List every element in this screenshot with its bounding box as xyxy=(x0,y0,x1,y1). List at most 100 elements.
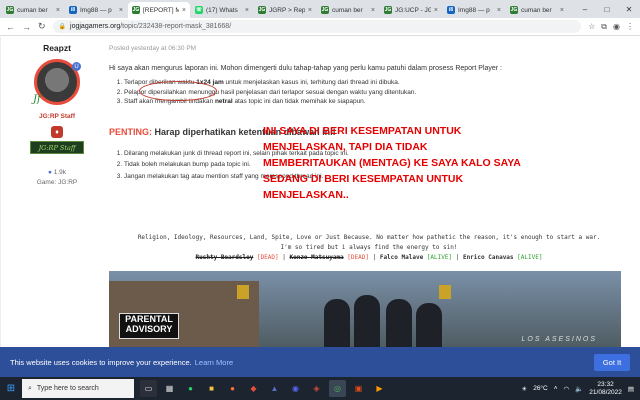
notification-icon[interactable]: ▤ xyxy=(628,385,634,393)
discord-icon[interactable]: ◉ xyxy=(287,380,304,397)
browser-toolbar: ← → ↻ 🔒 jogjagamers.org/topic/232438-rep… xyxy=(0,18,640,36)
tab-favicon-icon: i8 xyxy=(69,6,77,14)
member-name: Rushty Beardsley xyxy=(195,254,254,261)
minimize-icon[interactable]: – xyxy=(574,5,596,14)
firefox-icon[interactable]: ● xyxy=(224,380,241,397)
tab-favicon-icon: JG xyxy=(384,6,392,14)
highlight-circle xyxy=(139,81,217,101)
taskbar-apps: ▭ ▦ ● ■ ● ◆ ▲ ◉ ◈ ◎ ▣ ▶ xyxy=(140,380,388,397)
system-tray: ☀ 26°C ˄ ◠ 🔈 23:32 21/08/2022 ▤ xyxy=(521,381,640,397)
tab-title: JGRP > Rep xyxy=(269,6,305,14)
menu-icon[interactable]: ⋮ xyxy=(626,22,634,32)
tab-favicon-icon: JG xyxy=(132,6,140,14)
member-name: Falco Malave xyxy=(379,254,424,261)
browser-tab[interactable]: JG cuman ber × xyxy=(2,2,64,18)
whatsapp-icon[interactable]: ● xyxy=(182,380,199,397)
tab-close-icon[interactable]: × xyxy=(560,7,564,14)
staff-shield-icon: ♦ xyxy=(51,126,63,138)
windows-start-icon[interactable]: ⊞ xyxy=(0,383,22,394)
signature-quote-1: Religion, Ideology, Resources, Land, Spi… xyxy=(137,234,601,241)
browser-tab[interactable]: JG JG:UCP - JG × xyxy=(380,2,442,18)
bookmark-star-icon[interactable]: ☆ xyxy=(588,22,595,32)
tab-favicon-icon: JG xyxy=(6,6,14,14)
tab-close-icon[interactable]: × xyxy=(182,7,186,14)
calendar-icon[interactable]: ▦ xyxy=(161,380,178,397)
username[interactable]: Reapzt xyxy=(23,43,91,53)
rule-text: atas topic ini dan tidak memihak ke siap… xyxy=(232,98,366,105)
browser-tab[interactable]: JG cuman ber × xyxy=(506,2,568,18)
banner-figures xyxy=(324,291,444,347)
weather-icon[interactable]: ☀ xyxy=(521,385,527,393)
back-icon[interactable]: ← xyxy=(6,22,15,32)
page: Reapzt U Jf JG:RP Staff ♦ JG:RP Staff ● … xyxy=(0,37,640,347)
tray-chevron-icon[interactable]: ˄ xyxy=(554,385,558,392)
post-intro: Hi saya akan mengurus laporan ini. Mohon… xyxy=(109,65,503,72)
cookie-banner: This website uses cookies to improve you… xyxy=(0,347,640,377)
weather-temp[interactable]: 26°C xyxy=(533,385,548,392)
tab-favicon-icon: JG xyxy=(321,6,329,14)
volume-icon[interactable]: 🔈 xyxy=(575,385,583,393)
rule-text: untuk menjelaskan kasus ini, terhitung d… xyxy=(223,79,400,86)
member-name: Enrico Canavas xyxy=(462,254,514,261)
tab-close-icon[interactable]: × xyxy=(119,7,123,14)
member-status: [DEAD] xyxy=(343,254,369,261)
browser-tab[interactable]: JG JGRP > Rep × xyxy=(254,2,316,18)
user-panel: Reapzt U Jf JG:RP Staff ♦ JG:RP Staff ● … xyxy=(23,43,91,188)
tab-close-icon[interactable]: × xyxy=(371,7,375,14)
user-game: Game: JG:RP xyxy=(36,179,78,186)
member-status: [DEAD] xyxy=(253,254,279,261)
clock[interactable]: 23:32 21/08/2022 xyxy=(589,381,622,397)
avatar[interactable]: U Jf xyxy=(33,59,81,105)
rule-bold: netral xyxy=(214,98,233,105)
browser-tab[interactable]: JG [REPORT] M × xyxy=(128,2,190,18)
user-stats: ● 1.9k Game: JG:RP xyxy=(23,168,91,188)
post-timestamp[interactable]: Posted yesterday at 06:30 PM xyxy=(109,45,629,52)
clock-time: 23:32 xyxy=(597,380,614,388)
member-name: Kenzo Matsuyama xyxy=(289,254,344,261)
avatar-mark: Jf xyxy=(33,94,41,105)
browser-tab[interactable]: ☏ (17) Whats × xyxy=(191,2,253,18)
chrome-icon[interactable]: ◎ xyxy=(329,380,346,397)
network-icon[interactable]: ◠ xyxy=(564,385,570,393)
browser-tab[interactable]: JG cuman ber × xyxy=(317,2,379,18)
tab-close-icon[interactable]: × xyxy=(56,7,60,14)
tab-title: Img88 — p xyxy=(80,6,112,14)
address-bar[interactable]: 🔒 jogjagamers.org/topic/232438-report-ma… xyxy=(52,20,582,33)
browser-tab[interactable]: i8 Img88 — p × xyxy=(443,2,505,18)
staff-banner: JG:RP Staff xyxy=(30,141,84,154)
member-status: [ALIVE] xyxy=(423,254,453,261)
tab-favicon-icon: ☏ xyxy=(195,6,203,14)
extensions-icon[interactable]: ⧉ xyxy=(601,22,607,32)
reload-icon[interactable]: ↻ xyxy=(38,21,46,32)
file-explorer-icon[interactable]: ■ xyxy=(203,380,220,397)
app-icon[interactable]: ▲ xyxy=(266,380,283,397)
user-group: JG:RP Staff xyxy=(39,113,75,120)
close-window-icon[interactable]: ✕ xyxy=(618,5,640,14)
learn-more-link[interactable]: Learn More xyxy=(195,358,233,367)
tab-title: [REPORT] M xyxy=(143,6,179,14)
clock-date: 21/08/2022 xyxy=(589,388,622,396)
browser-tabstrip: JG cuman ber × i8 Img88 — p × JG [REPORT] M × ☏ (1… xyxy=(0,0,640,18)
tab-title: (17) Whats xyxy=(206,6,238,14)
media-player-icon[interactable]: ▶ xyxy=(371,380,388,397)
got-it-button[interactable]: Got It xyxy=(594,353,630,371)
browser-tab[interactable]: i8 Img88 — p × xyxy=(65,2,127,18)
likes-icon: ● xyxy=(47,169,52,176)
taskbar-search[interactable]: ⌕ Type here to search xyxy=(22,379,134,398)
tab-close-icon[interactable]: × xyxy=(245,7,249,14)
game-icon[interactable]: ◆ xyxy=(245,380,262,397)
tab-close-icon[interactable]: × xyxy=(308,7,312,14)
online-badge: U xyxy=(72,62,81,71)
tab-close-icon[interactable]: × xyxy=(497,7,501,14)
signature-banner-image: PARENTAL ADVISORY LOS ASESINOS xyxy=(109,271,621,347)
forum-post: Reapzt U Jf JG:RP Staff ♦ JG:RP Staff ● … xyxy=(0,37,640,347)
office-icon[interactable]: ▣ xyxy=(350,380,367,397)
task-view-icon[interactable]: ▭ xyxy=(140,380,157,397)
maximize-icon[interactable]: □ xyxy=(596,5,618,14)
profile-icon[interactable]: ◉ xyxy=(613,22,620,32)
banner-lamp xyxy=(237,285,249,299)
forward-icon[interactable]: → xyxy=(22,22,31,32)
tab-title: cuman ber xyxy=(17,6,48,14)
app-icon[interactable]: ◈ xyxy=(308,380,325,397)
tab-close-icon[interactable]: × xyxy=(434,7,438,14)
